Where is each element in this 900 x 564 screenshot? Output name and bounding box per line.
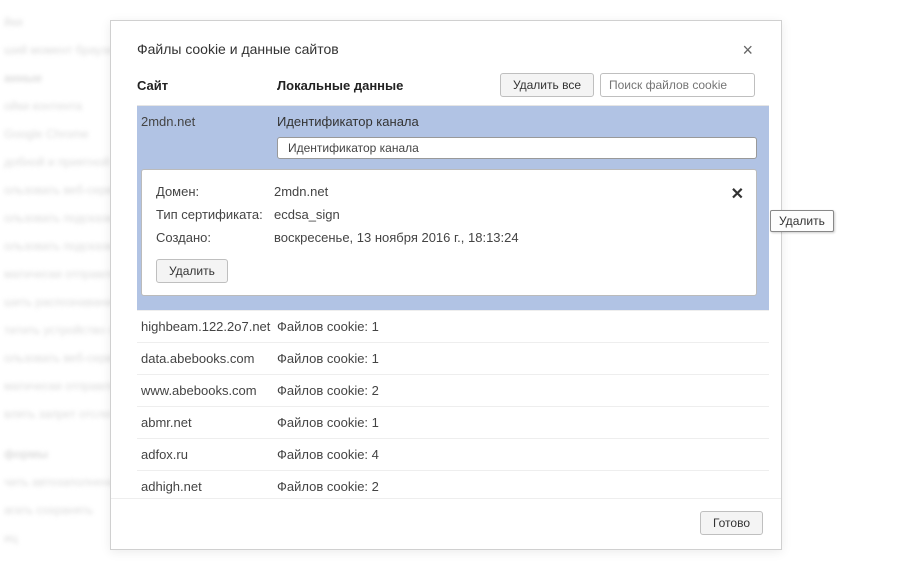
done-button[interactable]: Готово <box>700 511 763 535</box>
site-name: www.abebooks.com <box>141 383 277 398</box>
site-row[interactable]: abmr.net Файлов cookie: 1 <box>137 407 769 439</box>
dialog-footer: Готово <box>111 498 781 549</box>
detail-value-created: воскресенье, 13 ноября 2016 г., 18:13:24 <box>274 230 742 245</box>
detail-value-domain: 2mdn.net <box>274 184 742 199</box>
detail-label-created: Создано: <box>156 230 274 245</box>
cookie-list[interactable]: 2mdn.net Идентификатор канала Идентифика… <box>137 105 769 498</box>
site-local-data: Файлов cookie: 4 <box>277 447 769 462</box>
site-row[interactable]: www.abebooks.com Файлов cookie: 2 <box>137 375 769 407</box>
delete-all-button[interactable]: Удалить все <box>500 73 594 97</box>
site-name: highbeam.122.2o7.net <box>141 319 277 334</box>
dialog-title: Файлы cookie и данные сайтов <box>137 41 339 57</box>
site-row[interactable]: adhigh.net Файлов cookie: 2 <box>137 471 769 498</box>
site-name: abmr.net <box>141 415 277 430</box>
toolbar: Сайт Локальные данные Удалить все <box>111 73 781 105</box>
site-row[interactable]: data.abebooks.com Файлов cookie: 1 <box>137 343 769 375</box>
site-local-data: Файлов cookie: 1 <box>277 351 769 366</box>
site-name: data.abebooks.com <box>141 351 277 366</box>
detail-label-domain: Домен: <box>156 184 274 199</box>
detail-label-cert: Тип сертификата: <box>156 207 274 222</box>
background-blur: йки ший момент браузер анные ойки контен… <box>0 0 120 564</box>
cookies-dialog: Файлы cookie и данные сайтов × Сайт Лока… <box>110 20 782 550</box>
column-header-local: Локальные данные <box>277 78 500 93</box>
column-header-site: Сайт <box>137 78 277 93</box>
delete-cookie-button[interactable]: Удалить <box>156 259 228 283</box>
search-input[interactable] <box>600 73 755 97</box>
site-row[interactable]: highbeam.122.2o7.net Файлов cookie: 1 <box>137 311 769 343</box>
site-local-data: Файлов cookie: 2 <box>277 383 769 398</box>
cookie-detail-panel: ✕ Домен: 2mdn.net Тип сертификата: ecdsa… <box>141 169 757 296</box>
site-summary: Идентификатор канала <box>277 114 757 129</box>
site-row[interactable]: adfox.ru Файлов cookie: 4 <box>137 439 769 471</box>
detail-value-cert: ecdsa_sign <box>274 207 742 222</box>
close-icon[interactable]: ✕ <box>731 184 744 204</box>
site-local-data: Файлов cookie: 2 <box>277 479 769 494</box>
site-name: 2mdn.net <box>141 114 277 129</box>
site-local-data: Файлов cookie: 1 <box>277 415 769 430</box>
site-local-data: Файлов cookie: 1 <box>277 319 769 334</box>
site-row-expanded[interactable]: 2mdn.net Идентификатор канала Идентифика… <box>137 106 769 311</box>
channel-id-chip[interactable]: Идентификатор канала <box>277 137 757 159</box>
site-name: adhigh.net <box>141 479 277 494</box>
close-icon[interactable]: × <box>740 41 755 59</box>
delete-tooltip: Удалить <box>770 210 834 232</box>
site-name: adfox.ru <box>141 447 277 462</box>
dialog-header: Файлы cookie и данные сайтов × <box>111 21 781 73</box>
